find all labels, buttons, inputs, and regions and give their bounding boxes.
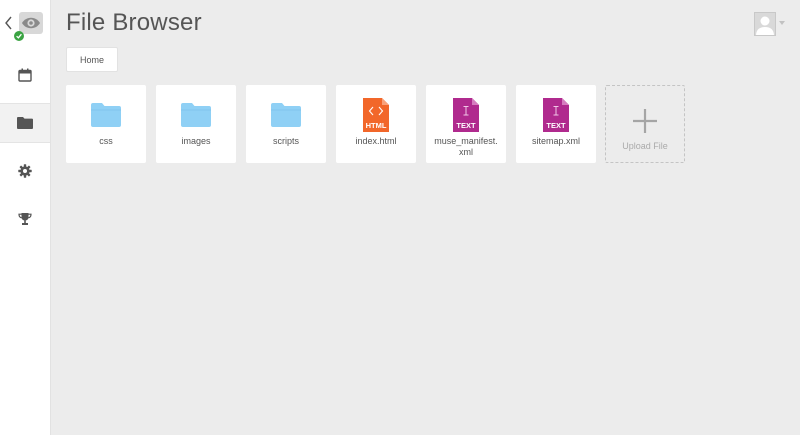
folder-icon	[181, 103, 211, 127]
sidebar-item-settings[interactable]	[0, 151, 50, 191]
calendar-icon	[18, 68, 32, 82]
file-name: scripts	[272, 136, 299, 146]
file-name: index.html	[355, 136, 397, 146]
folder-icon	[271, 103, 301, 127]
trophy-icon	[18, 213, 32, 225]
file-name: sitemap.xml	[531, 136, 580, 146]
file-type-badge: HTML	[366, 121, 387, 130]
folder-icon	[91, 103, 121, 127]
folder-icon	[17, 117, 33, 129]
file-name: muse_manifest.xml	[434, 136, 498, 157]
file-name: css	[99, 136, 113, 146]
text-file-icon: TEXT	[543, 98, 569, 132]
sidebar-item-calendar[interactable]	[0, 55, 50, 95]
text-file-icon: TEXT	[453, 98, 479, 132]
breadcrumb: Home	[66, 47, 119, 72]
html-file-icon: HTML	[363, 98, 389, 132]
page-title: File Browser	[66, 9, 202, 36]
file-tile-css[interactable]: css	[66, 85, 146, 163]
gear-icon	[18, 164, 32, 178]
user-avatar-icon	[756, 16, 774, 35]
file-tile-index-html[interactable]: HTML index.html	[336, 85, 416, 163]
file-tile-images[interactable]: images	[156, 85, 236, 163]
file-tile-sitemap[interactable]: TEXT sitemap.xml	[516, 85, 596, 163]
file-type-badge: TEXT	[456, 121, 476, 130]
sidebar	[0, 0, 51, 435]
file-tile-muse-manifest[interactable]: TEXT muse_manifest.xml	[426, 85, 506, 163]
chevron-down-icon[interactable]	[779, 21, 785, 25]
plus-icon	[633, 109, 657, 133]
breadcrumb-item-home[interactable]: Home	[80, 55, 104, 65]
sidebar-item-achievements[interactable]	[0, 199, 50, 239]
sidebar-item-files[interactable]	[0, 103, 50, 143]
file-type-badge: TEXT	[546, 121, 566, 130]
upload-file-label: Upload File	[622, 141, 668, 151]
avatar[interactable]	[754, 12, 776, 36]
file-name: images	[181, 136, 211, 146]
back-chevron-icon[interactable]	[4, 14, 14, 32]
upload-file-button[interactable]: Upload File	[605, 85, 685, 163]
status-check-icon	[14, 31, 24, 41]
file-tile-scripts[interactable]: scripts	[246, 85, 326, 163]
logo-eye-icon[interactable]	[19, 12, 43, 34]
